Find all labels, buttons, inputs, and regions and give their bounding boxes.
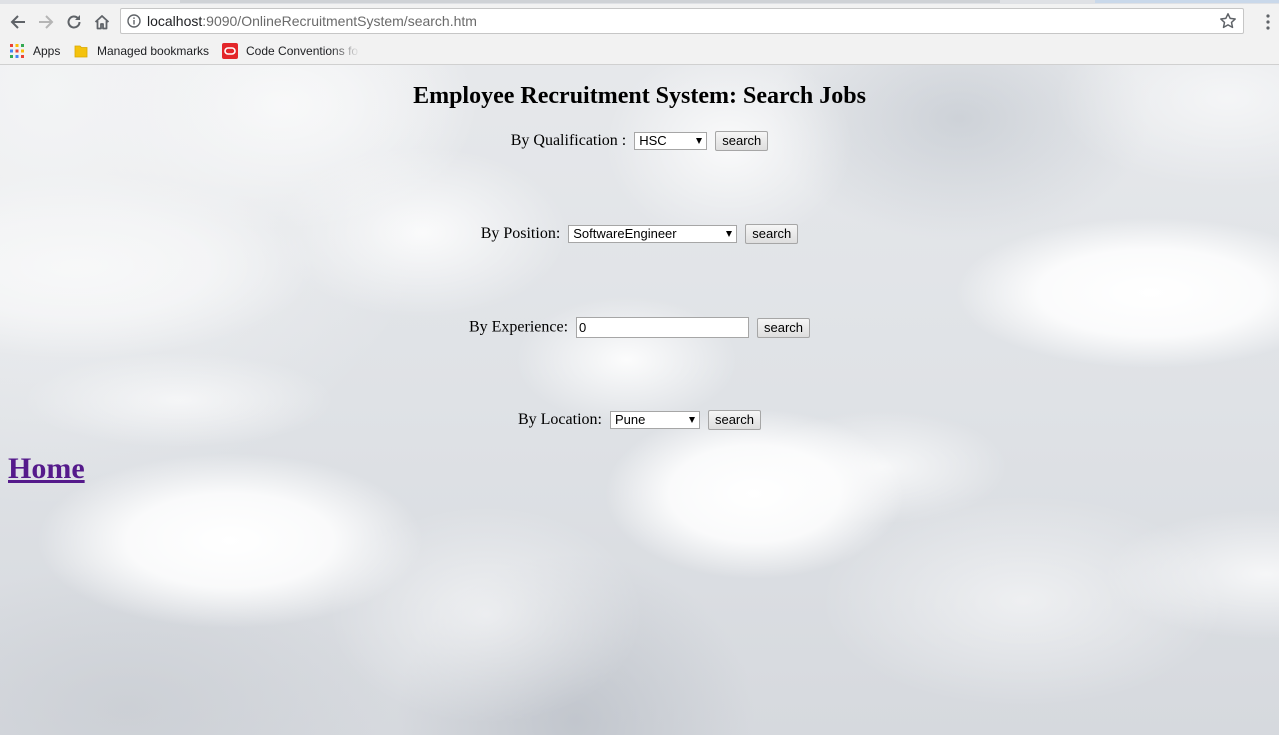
- url-text: localhost:9090/OnlineRecruitmentSystem/s…: [147, 13, 477, 29]
- location-selected-value: Pune: [614, 412, 646, 427]
- location-row: By Location: Pune search: [0, 410, 1279, 430]
- experience-label: By Experience:: [468, 318, 569, 336]
- apps-grid-icon: [10, 44, 24, 58]
- active-tab-edge: [1095, 0, 1279, 3]
- qualification-row: By Qualification : HSC search: [0, 131, 1279, 151]
- dropdown-arrow-icon: [688, 417, 695, 423]
- dropdown-arrow-icon: [696, 138, 703, 144]
- experience-input[interactable]: 0: [576, 317, 750, 338]
- page-title: Employee Recruitment System: Search Jobs: [413, 83, 866, 109]
- address-bar[interactable]: localhost:9090/OnlineRecruitmentSystem/s…: [120, 8, 1244, 34]
- search-location-button[interactable]: search: [707, 410, 761, 430]
- dropdown-arrow-icon: [726, 231, 733, 237]
- page-content: Employee Recruitment System: Search Jobs…: [0, 65, 1279, 735]
- search-position-button[interactable]: search: [745, 224, 799, 244]
- oracle-icon: [222, 43, 238, 59]
- forward-arrow-icon: [39, 15, 54, 29]
- position-selected-value: SoftwareEngineer: [573, 226, 677, 241]
- browser-toolbar: localhost:9090/OnlineRecruitmentSystem/s…: [0, 4, 1279, 38]
- forward-button[interactable]: [34, 10, 58, 34]
- qualification-label: By Qualification :: [510, 132, 627, 149]
- reload-icon: [67, 15, 81, 29]
- position-select[interactable]: SoftwareEngineer: [568, 225, 738, 243]
- browser-menu-icon[interactable]: [1265, 14, 1271, 30]
- position-label: By Position:: [480, 225, 561, 242]
- qualification-select[interactable]: HSC: [634, 132, 708, 150]
- bookmark-managed[interactable]: Managed bookmarks: [74, 42, 209, 60]
- info-icon[interactable]: [127, 14, 141, 28]
- position-row: By Position: SoftwareEngineer search: [0, 224, 1279, 244]
- qualification-selected-value: HSC: [639, 133, 667, 148]
- page-viewport: Employee Recruitment System: Search Jobs…: [0, 65, 1279, 735]
- url-host: localhost: [147, 13, 203, 29]
- home-link[interactable]: Home: [8, 452, 85, 486]
- search-qualification-button[interactable]: search: [715, 131, 769, 151]
- bookmark-managed-label: Managed bookmarks: [97, 44, 210, 58]
- reload-button[interactable]: [62, 10, 86, 34]
- bookmarks-bar: Apps Managed bookmarks Code Conventions …: [0, 38, 1279, 65]
- bookmark-overflow-fade: [330, 38, 360, 64]
- back-arrow-icon: [10, 15, 25, 29]
- tab-edges: [180, 0, 1000, 3]
- url-path: :9090/OnlineRecruitmentSystem/search.htm: [202, 13, 477, 29]
- folder-icon: [74, 45, 88, 58]
- bookmark-star-icon[interactable]: [1219, 12, 1237, 30]
- bookmark-apps[interactable]: Apps: [10, 42, 60, 60]
- bookmark-apps-label: Apps: [33, 44, 61, 58]
- search-experience-button[interactable]: search: [757, 317, 811, 338]
- location-label: By Location:: [517, 411, 602, 428]
- home-icon: [94, 15, 110, 30]
- home-button[interactable]: [90, 10, 114, 34]
- location-select[interactable]: Pune: [609, 411, 700, 429]
- experience-row: By Experience: 0 search: [0, 317, 1279, 338]
- back-button[interactable]: [6, 10, 30, 34]
